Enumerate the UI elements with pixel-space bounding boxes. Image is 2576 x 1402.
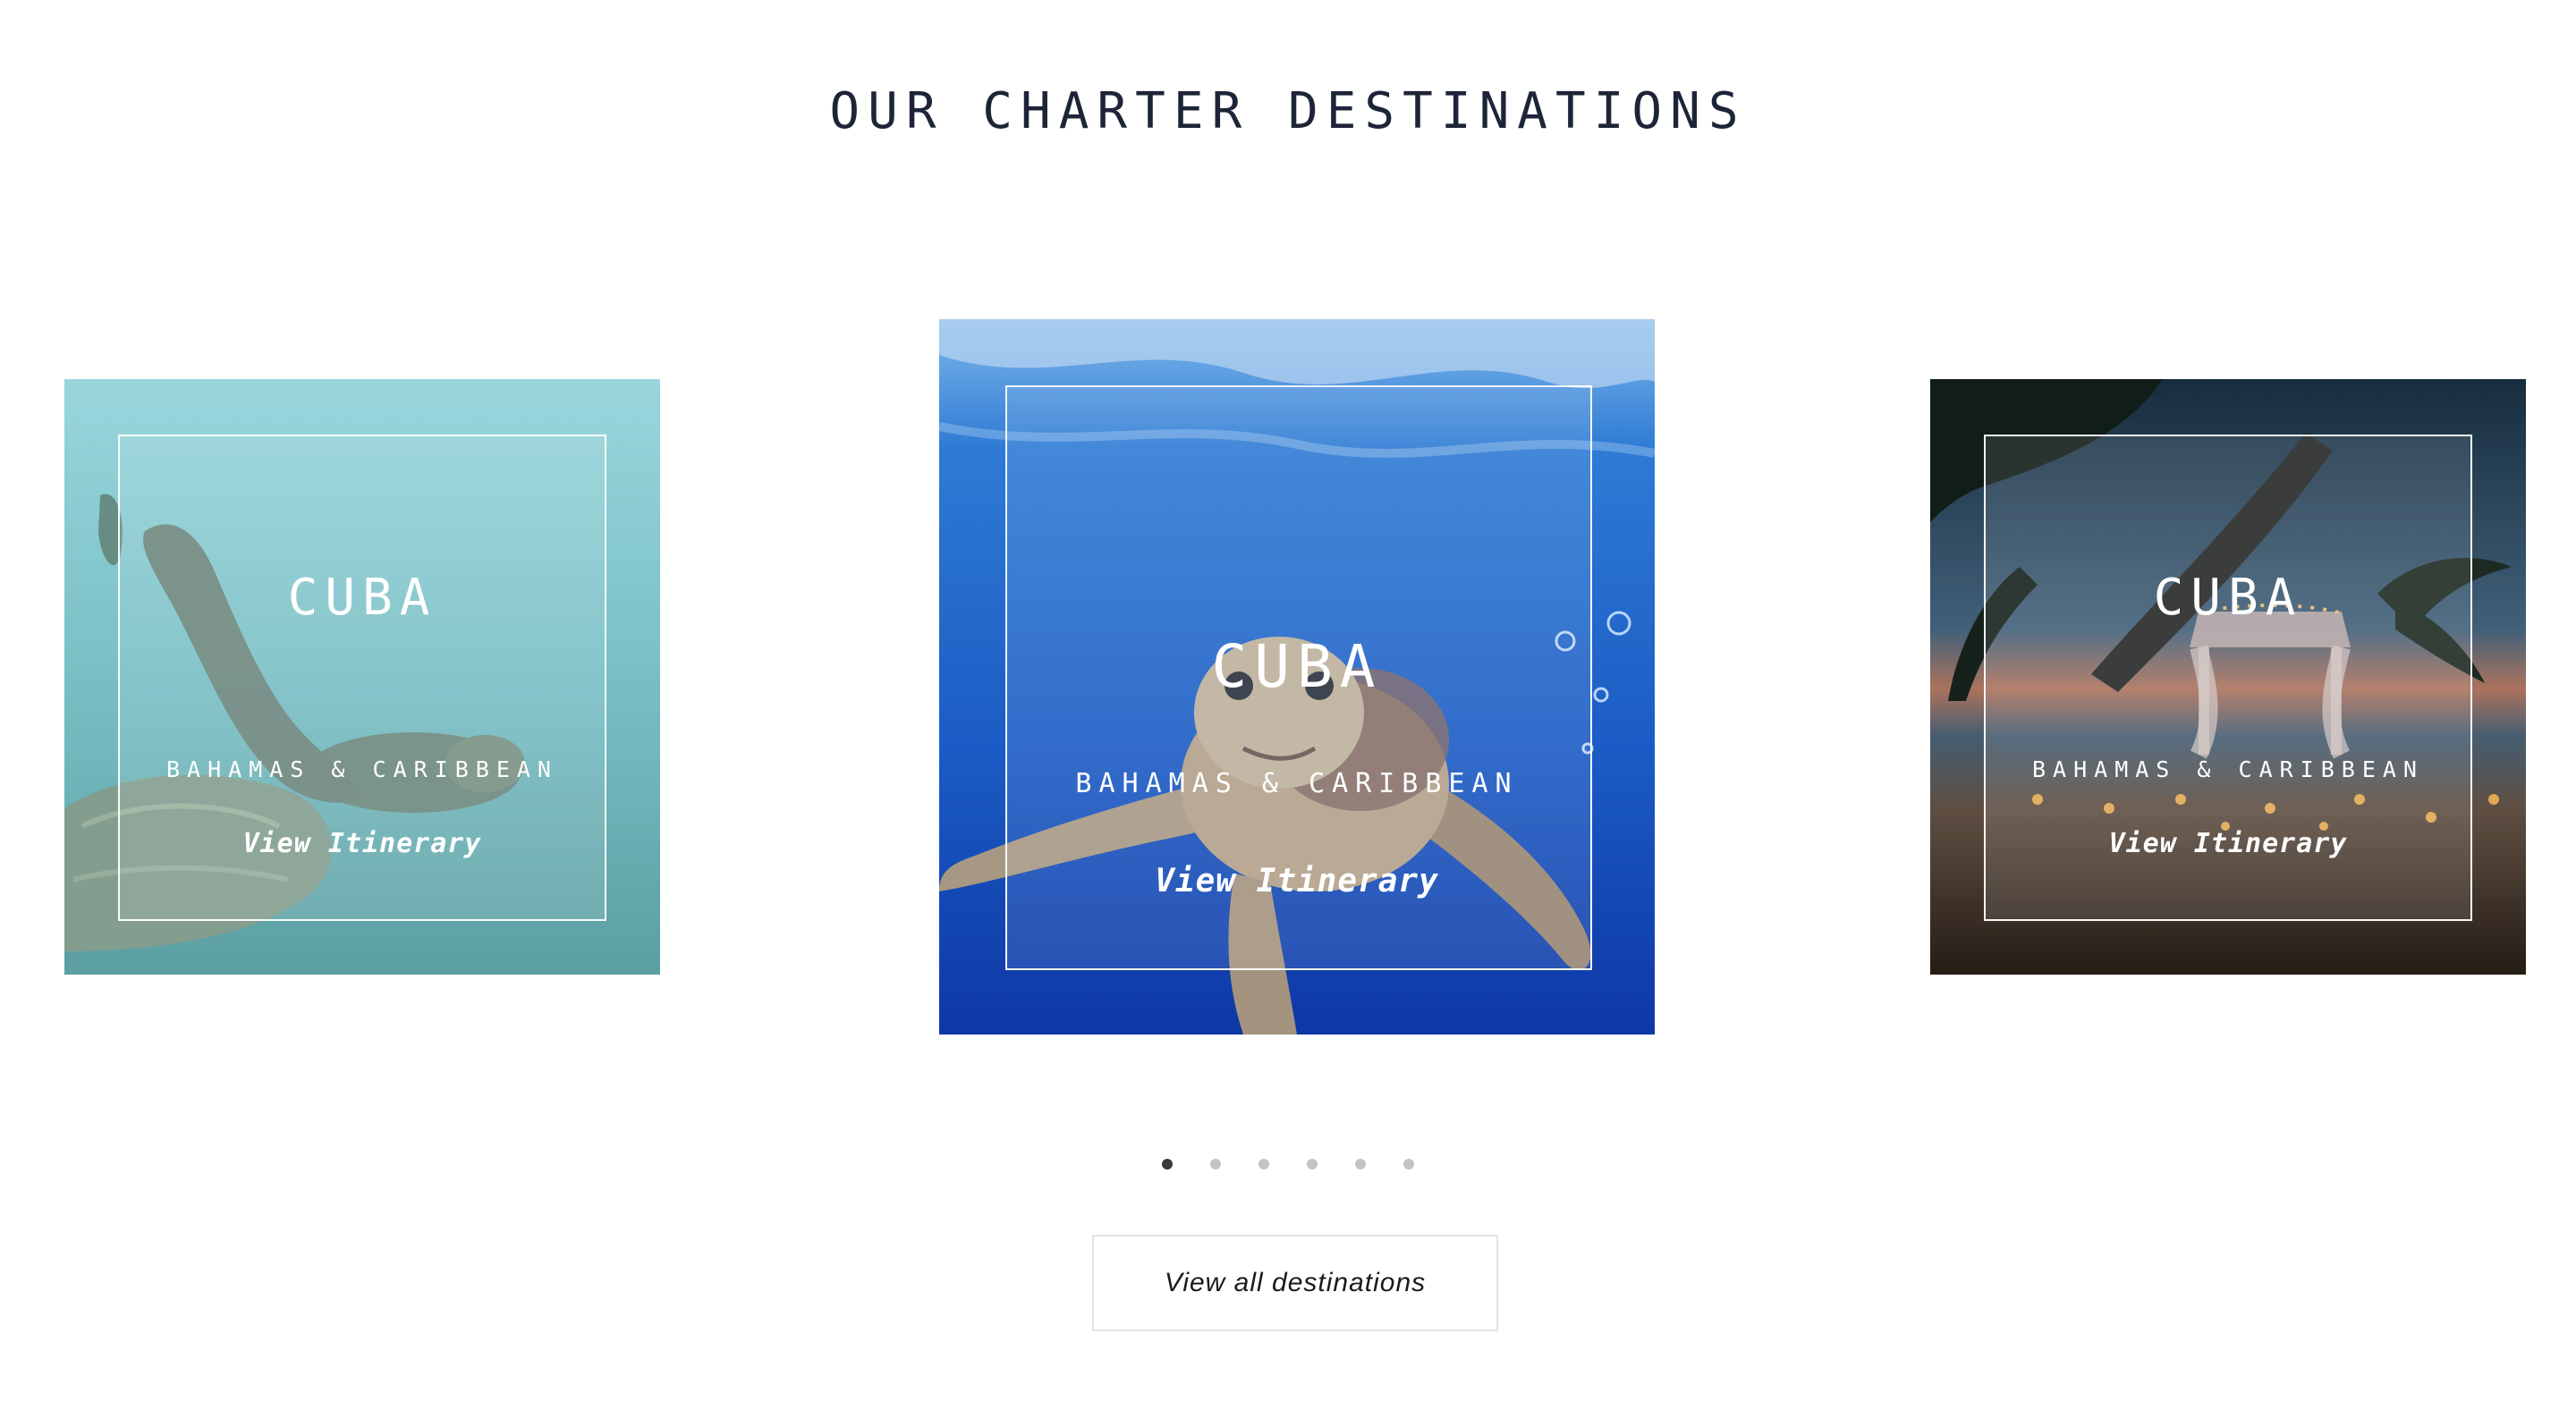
card-title: CUBA <box>2153 569 2303 627</box>
view-itinerary-link[interactable]: View Itinerary <box>64 828 660 859</box>
carousel-dot-6[interactable] <box>1403 1159 1414 1170</box>
view-all-destinations-button[interactable]: View all destinations <box>1092 1235 1498 1331</box>
destination-card-active[interactable]: CUBA BAHAMAS & CARIBBEAN View Itinerary <box>939 319 1655 1035</box>
card-subtitle: BAHAMAS & CARIBBEAN <box>166 756 558 782</box>
carousel-dot-2[interactable] <box>1210 1159 1221 1170</box>
carousel-dot-3[interactable] <box>1258 1159 1269 1170</box>
carousel-dot-4[interactable] <box>1307 1159 1318 1170</box>
card-subtitle: BAHAMAS & CARIBBEAN <box>2032 756 2424 782</box>
card-subtitle: BAHAMAS & CARIBBEAN <box>1075 768 1519 799</box>
destination-card-next[interactable]: CUBA BAHAMAS & CARIBBEAN View Itinerary <box>1930 379 2526 975</box>
carousel-dot-5[interactable] <box>1355 1159 1366 1170</box>
view-itinerary-link[interactable]: View Itinerary <box>1930 828 2526 859</box>
destinations-section: OUR CHARTER DESTINATIONS CUBA BAHAMAS & … <box>0 0 2576 1402</box>
destination-card-prev[interactable]: CUBA BAHAMAS & CARIBBEAN View Itinerary <box>64 379 660 975</box>
section-title: OUR CHARTER DESTINATIONS <box>829 82 1747 140</box>
carousel-dot-1[interactable] <box>1162 1159 1173 1170</box>
carousel-pagination <box>0 1159 2576 1170</box>
card-title: CUBA <box>287 569 437 627</box>
card-title: CUBA <box>1211 632 1383 701</box>
view-itinerary-link[interactable]: View Itinerary <box>939 863 1655 899</box>
